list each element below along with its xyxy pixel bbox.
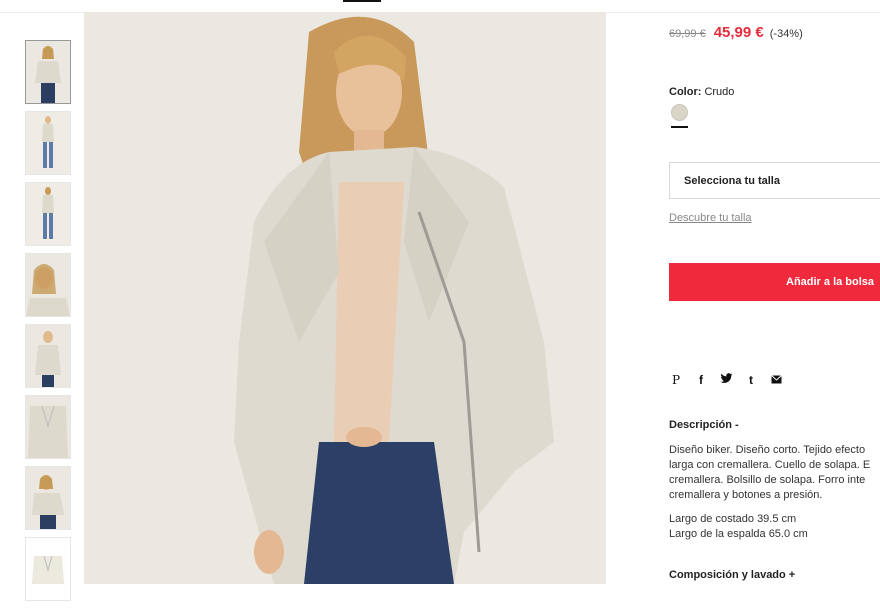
thumbnail-8[interactable] [25,537,71,601]
thumbnail-2[interactable] [25,111,71,175]
share-icons: P f t [669,373,783,387]
measurements: Largo de costado 39.5 cm Largo de la esp… [669,512,808,542]
nav-active-indicator [343,0,381,2]
original-price: 69,99 € [669,28,706,40]
composition-toggle[interactable]: Composición y lavado + [669,569,795,581]
color-value: Crudo [704,86,735,98]
size-select[interactable]: Selecciona tu talla [669,162,880,199]
description-text: Diseño biker. Diseño corto. Tejido efect… [669,443,880,503]
description-line: cremallera. Bolsillo de solapa. Forro in… [669,474,866,486]
twitter-icon[interactable] [719,373,733,387]
selected-swatch-indicator [671,126,688,128]
thumbnail-strip [25,40,71,608]
email-icon[interactable] [769,373,783,387]
color-swatch-crudo[interactable] [671,104,688,121]
facebook-icon[interactable]: f [694,373,708,387]
description-title[interactable]: Descripción - [669,419,739,431]
description-line: Diseño biker. Diseño corto. Tejido efect… [669,444,866,456]
thumbnail-6[interactable] [25,395,71,459]
pinterest-icon[interactable]: P [669,373,683,387]
discount-percentage: (-34%) [769,28,803,40]
thumbnail-5[interactable] [25,324,71,388]
tumblr-icon[interactable]: t [744,373,758,387]
main-product-image[interactable] [84,12,606,584]
description-line: larga con cremallera. Cuello de solapa. … [669,459,871,471]
thumbnail-7[interactable] [25,466,71,530]
add-to-bag-button[interactable]: Añadir a la bolsa [669,263,880,301]
thumbnail-3[interactable] [25,182,71,246]
thumbnail-4[interactable] [25,253,71,317]
product-details-panel: 69,99 € 45,99 € (-34%) Color: Crudo Selecc… [669,0,880,584]
color-label: Color: Crudo [669,86,734,98]
thumbnail-1[interactable] [25,40,71,104]
sale-price: 45,99 € [713,24,764,41]
measure-side-length: Largo de costado 39.5 cm [669,513,797,525]
size-guide-link[interactable]: Descubre tu talla [669,212,752,224]
measure-back-length: Largo de la espalda 65.0 cm [669,528,808,540]
color-label-key: Color: [669,86,702,98]
price-row: 69,99 € 45,99 € (-34%) [669,24,803,42]
description-line: cremallera y botones a presión. [669,489,823,501]
